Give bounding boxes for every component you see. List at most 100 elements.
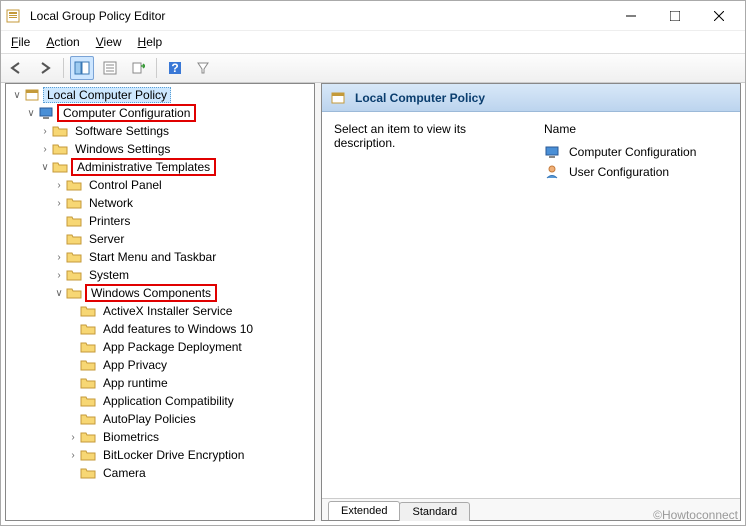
tree-item[interactable]: Application Compatibility [6,392,314,410]
tree-label: Start Menu and Taskbar [85,249,220,265]
tree-label: Local Computer Policy [43,87,171,103]
tree-item[interactable]: › Control Panel [6,176,314,194]
tree-windows-components[interactable]: ∨Windows Components [6,284,314,302]
tree-item[interactable]: App Package Deployment [6,338,314,356]
folder-icon [66,177,82,193]
tree-pane[interactable]: ∨ Local Computer Policy ∨Computer Configu… [5,83,315,521]
tree-label: App runtime [99,375,172,391]
tree-item[interactable]: › BitLocker Drive Encryption [6,446,314,464]
folder-icon [80,357,96,373]
expander-icon[interactable]: ∨ [10,90,24,101]
list-item[interactable]: User Configuration [544,162,728,182]
tree-label: Administrative Templates [71,158,216,176]
tree-admin-templates[interactable]: ∨ Administrative Templates [6,158,314,176]
filter-button[interactable] [191,56,215,80]
tree-label: BitLocker Drive Encryption [99,447,248,463]
window-title: Local Group Policy Editor [30,9,609,23]
tree-item[interactable]: ActiveX Installer Service [6,302,314,320]
folder-icon [80,321,96,337]
folder-icon [80,429,96,445]
tree-label: Windows Settings [71,141,174,157]
expander-icon[interactable]: ∨ [24,108,38,119]
expander-icon[interactable]: › [38,126,52,137]
menubar: File Action View Help [1,31,745,53]
tree-label: System [85,267,133,283]
tree-label: Printers [85,213,134,229]
folder-icon [80,303,96,319]
details-list: Name Computer Configuration User Configu… [544,122,728,488]
menu-file[interactable]: File [5,33,36,51]
tree-item[interactable]: › Windows Settings [6,140,314,158]
app-icon [5,8,21,24]
tree-item[interactable]: Camera [6,464,314,482]
expander-icon[interactable]: ∨ [52,288,66,299]
tree-item[interactable]: App Privacy [6,356,314,374]
tab-extended[interactable]: Extended [328,501,400,520]
folder-icon [80,375,96,391]
maximize-button[interactable] [653,2,697,30]
item-label: Computer Configuration [569,145,696,159]
tree-label: App Privacy [99,357,171,373]
tree-label: AutoPlay Policies [99,411,200,427]
expander-icon[interactable]: ∨ [38,162,52,173]
tree-label: Biometrics [99,429,163,445]
folder-icon [80,447,96,463]
tree-label: Software Settings [71,123,173,139]
details-header: Local Computer Policy [322,84,740,112]
content-area: ∨Local Computer Policy ∨Computer Configu… [1,83,745,525]
list-item[interactable]: Computer Configuration [544,142,728,162]
tree-item[interactable]: ›Network [6,194,314,212]
tree-root[interactable]: ∨ Local Computer Policy [6,86,314,104]
tree-label: App Package Deployment [99,339,246,355]
tree-item[interactable]: Server [6,230,314,248]
tree-item[interactable]: AutoPlay Policies [6,410,314,428]
tree-computer-config[interactable]: ∨Computer Configuration [6,104,314,122]
details-title: Local Computer Policy [355,91,485,105]
toolbar: ? [1,53,745,83]
menu-action[interactable]: Action [40,33,85,51]
folder-icon [66,285,82,301]
expander-icon[interactable]: › [52,198,66,209]
minimize-button[interactable] [609,2,653,30]
menu-view[interactable]: View [90,33,128,51]
properties-button[interactable] [98,56,122,80]
back-button[interactable] [5,56,29,80]
menu-help[interactable]: Help [132,33,169,51]
tree-item[interactable]: App runtime [6,374,314,392]
tree-label: Application Compatibility [99,393,238,409]
expander-icon[interactable]: › [66,450,80,461]
expander-icon[interactable]: › [52,270,66,281]
tree-item[interactable]: Add features to Windows 10 [6,320,314,338]
export-button[interactable] [126,56,150,80]
forward-button[interactable] [33,56,57,80]
show-tree-button[interactable] [70,56,94,80]
tree-label: Camera [99,465,150,481]
tree-label: ActiveX Installer Service [99,303,236,319]
folder-icon [80,411,96,427]
details-body: Select an item to view its description. … [322,112,740,498]
tab-standard[interactable]: Standard [399,502,470,521]
tree-label: Control Panel [85,177,166,193]
tree-label: Server [85,231,128,247]
expander-icon[interactable]: › [66,432,80,443]
folder-icon [52,123,68,139]
help-button[interactable]: ? [163,56,187,80]
tree-item[interactable]: › Biometrics [6,428,314,446]
tree-item[interactable]: › Software Settings [6,122,314,140]
expander-icon[interactable]: › [38,144,52,155]
policy-tree: ∨ Local Computer Policy ∨Computer Configu… [6,84,314,488]
folder-icon [52,141,68,157]
policy-icon [330,90,346,106]
close-button[interactable] [697,2,741,30]
folder-icon [66,213,82,229]
tree-item[interactable]: Printers [6,212,314,230]
column-header-name[interactable]: Name [544,122,728,142]
expander-icon[interactable]: › [52,180,66,191]
tree-item[interactable]: › Start Menu and Taskbar [6,248,314,266]
tree-label: Add features to Windows 10 [99,321,257,337]
folder-icon [66,195,82,211]
watermark: ©Howtoconnect [653,508,738,522]
tree-item[interactable]: › System [6,266,314,284]
details-description: Select an item to view its description. [334,122,524,488]
expander-icon[interactable]: › [52,252,66,263]
